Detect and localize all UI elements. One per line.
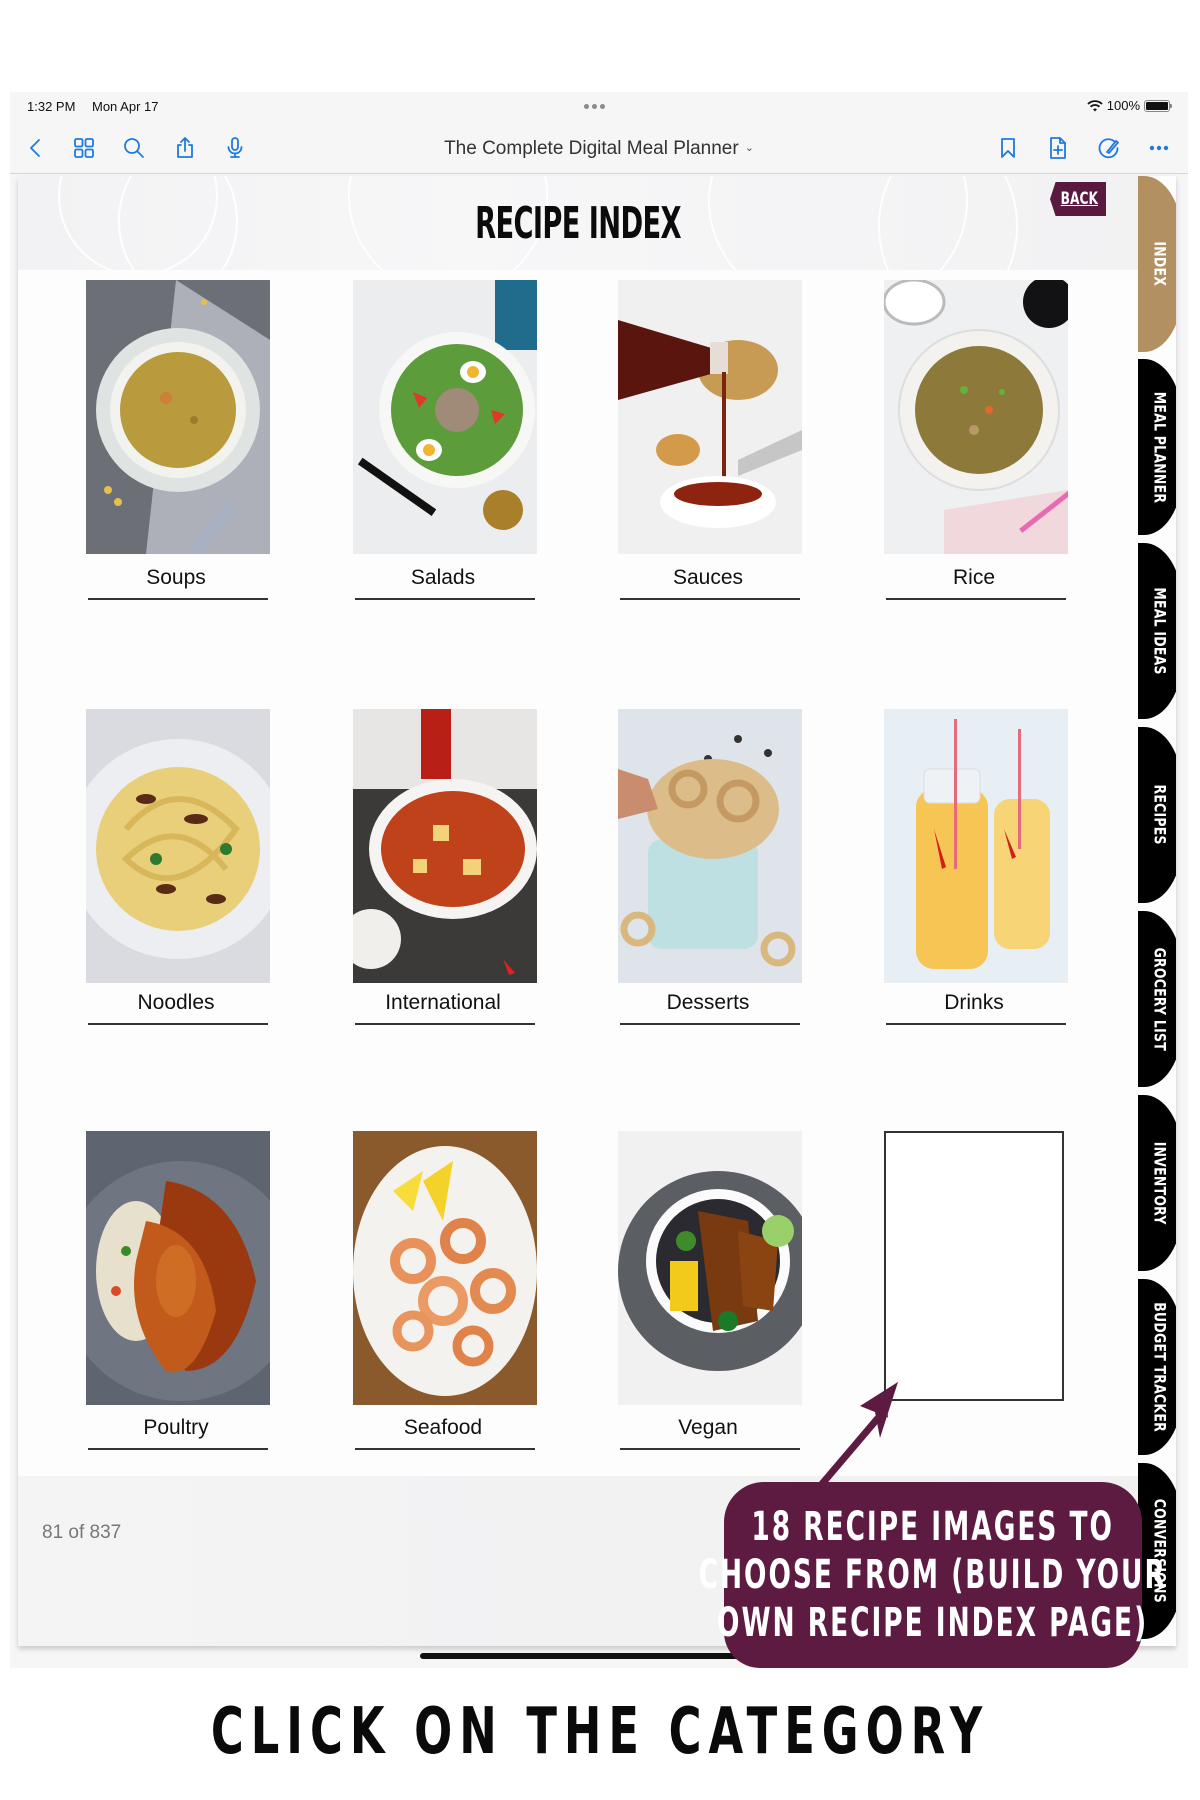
category-label[interactable]: International [353,991,533,1015]
side-tab-recipes[interactable]: RECIPES [1138,727,1176,903]
side-tab-meal-planner[interactable]: MEAL PLANNER [1138,359,1176,535]
category-card[interactable]: Poultry [86,1131,272,1452]
back-label: BACK [1060,189,1099,209]
category-label[interactable]: Vegan [618,1416,798,1440]
label-underline [620,1448,800,1450]
category-image[interactable] [618,280,802,554]
callout-line: CHOOSE FROM (BUILD YOUR [698,1552,1168,1598]
callout-line: OWN RECIPE INDEX PAGE) [717,1600,1149,1646]
category-card[interactable]: Desserts [618,709,804,1027]
bottom-caption: CLICK ON THE CATEGORY [210,1695,990,1769]
category-label[interactable]: Salads [353,566,533,590]
label-underline [886,598,1066,600]
category-image[interactable] [353,280,537,554]
ipad-screen: 1:32 PM Mon Apr 17 100% The Complete Dig… [10,92,1188,1668]
status-bar: 1:32 PM Mon Apr 17 100% [10,92,1188,120]
side-tab-meal-ideas[interactable]: MEAL IDEAS [1138,543,1176,719]
category-card[interactable]: Sauces [618,280,804,602]
category-image[interactable] [884,280,1068,554]
category-label[interactable]: Poultry [86,1416,266,1440]
category-label[interactable]: Seafood [353,1416,533,1440]
markup-pen-icon[interactable] [1095,134,1123,162]
label-underline [88,1448,268,1450]
section-tabs: INDEX MEAL PLANNER MEAL IDEAS RECIPES GROCER… [1138,176,1176,1646]
category-card[interactable]: Noodles [86,709,272,1027]
category-label[interactable]: Sauces [618,566,798,590]
wifi-icon [1087,99,1103,111]
category-image[interactable] [353,1131,537,1405]
status-time: 1:32 PM [27,99,76,114]
promo-callout: 18 RECIPE IMAGES TO CHOOSE FROM (BUILD Y… [699,1482,1165,1668]
toolbar: The Complete Digital Meal Planner ⌄ [10,122,1188,174]
category-image[interactable] [884,709,1068,983]
category-image[interactable] [86,709,270,983]
label-underline [355,598,535,600]
label-underline [355,1448,535,1450]
side-tab-label: BUDGET TRACKER [1150,1302,1170,1432]
category-card[interactable]: Vegan [618,1131,804,1452]
side-tab-inventory[interactable]: INVENTORY [1138,1095,1176,1271]
side-tab-label: MEAL IDEAS [1150,587,1170,675]
chevron-down-icon: ⌄ [744,142,754,154]
side-tab-label: INVENTORY [1150,1141,1170,1225]
side-tab-label: INDEX [1150,241,1170,287]
page-counter: 81 of 837 [42,1522,122,1543]
callout-line: 18 RECIPE IMAGES TO [751,1504,1115,1550]
side-tab-index[interactable]: INDEX [1138,176,1176,352]
side-tab-label: MEAL PLANNER [1150,391,1170,503]
side-tab-label: RECIPES [1150,784,1170,846]
label-underline [355,1023,535,1025]
category-image[interactable] [618,709,802,983]
battery-icon [1144,99,1172,112]
callout-arrow [807,1382,898,1500]
bookmark-icon[interactable] [994,134,1022,162]
category-label[interactable]: Drinks [884,991,1064,1015]
category-label[interactable]: Soups [86,566,266,590]
more-icon[interactable] [1145,134,1173,162]
planner-page: RECIPE INDEX BACK 81 of 837 Soups Salads S… [18,176,1176,1646]
category-card[interactable]: Seafood [353,1131,539,1452]
label-underline [88,598,268,600]
multitasking-dots[interactable] [584,104,605,109]
label-underline [886,1023,1066,1025]
document-title: The Complete Digital Meal Planner [444,138,739,159]
add-page-icon[interactable] [1044,134,1072,162]
category-image[interactable] [353,709,537,983]
category-card[interactable]: Salads [353,280,539,602]
home-indicator[interactable] [420,1653,750,1659]
category-label[interactable]: Desserts [618,991,798,1015]
status-indicators: 100% [1087,98,1172,113]
back-button[interactable]: BACK [1050,182,1106,216]
category-label[interactable]: Rice [884,566,1064,590]
category-image[interactable] [86,280,270,554]
label-underline [620,1023,800,1025]
category-card[interactable]: Soups [86,280,272,602]
page-title: RECIPE INDEX [475,198,681,249]
label-underline [88,1023,268,1025]
category-label[interactable]: Noodles [86,991,266,1015]
category-image[interactable] [86,1131,270,1405]
side-tab-label: GROCERY LIST [1150,947,1170,1051]
category-card[interactable]: International [353,709,539,1027]
category-image[interactable] [618,1131,802,1405]
status-date: Mon Apr 17 [92,99,159,114]
battery-percent: 100% [1106,98,1140,113]
category-card[interactable]: Rice [884,280,1070,602]
category-card[interactable]: Drinks [884,709,1070,1027]
side-tab-budget-tracker[interactable]: BUDGET TRACKER [1138,1279,1176,1455]
label-underline [620,598,800,600]
side-tab-grocery-list[interactable]: GROCERY LIST [1138,911,1176,1087]
